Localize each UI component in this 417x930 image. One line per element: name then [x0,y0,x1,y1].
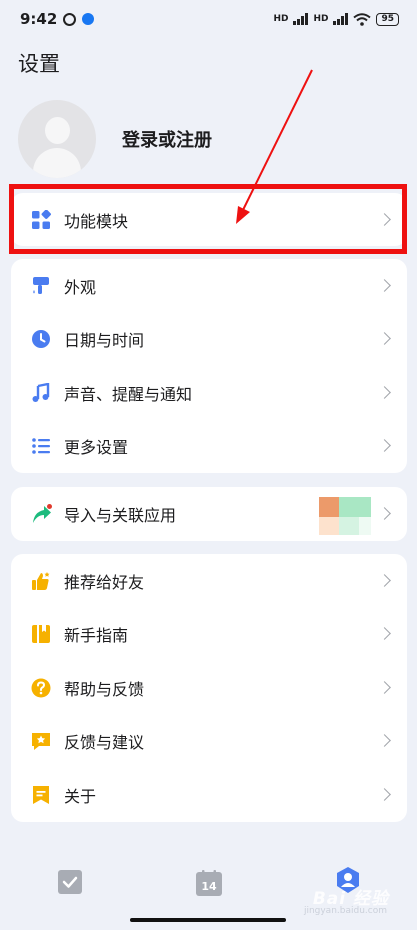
settings-item-appearance[interactable]: 外观 [11,259,407,313]
help-group: 推荐给好友 新手指南 帮助与反馈 反馈与建议 关于 [11,554,407,822]
feedback-icon [31,731,51,751]
settings-item-date-time[interactable]: 日期与时间 [11,313,407,367]
chevron-right-icon [378,385,391,399]
list-icon [31,436,51,456]
import-group: 导入与关联应用 [11,487,407,541]
checklist-tab-icon[interactable] [58,870,82,898]
settings-item-feedback[interactable]: 反馈与建议 [11,715,407,769]
settings-item-guide[interactable]: 新手指南 [11,608,407,662]
app-thumbnail-image [319,497,371,535]
chevron-right-icon [378,680,391,694]
chevron-right-icon [378,787,391,801]
watermark-url: jingyan.baidu.com [303,906,387,916]
paint-roller-icon [31,276,51,296]
chevron-right-icon [378,439,391,453]
chevron-right-icon [378,573,391,587]
calendar-tab-day: 14 [201,880,217,893]
settings-item-more[interactable]: 更多设置 [11,420,407,474]
red-arrow-annotation [236,69,313,224]
settings-item-label: 关于 [64,786,97,806]
share-arrow-icon [31,504,52,524]
chevron-right-icon [378,507,391,520]
calendar-tab-icon[interactable]: 14 [196,870,222,900]
music-note-icon [31,382,51,403]
settings-main-group: 外观 日期与时间 声音、提醒与通知 更多设置 [11,259,407,473]
chevron-right-icon [378,278,391,292]
settings-item-label: 推荐给好友 [64,572,145,592]
settings-item-about[interactable]: 关于 [11,768,407,822]
clock-icon [31,329,51,349]
settings-item-help[interactable]: 帮助与反馈 [11,661,407,715]
settings-item-label: 日期与时间 [64,331,145,351]
settings-item-label: 帮助与反馈 [64,679,145,699]
settings-item-label: 反馈与建议 [64,733,145,753]
settings-item-label: 新手指南 [64,626,129,646]
settings-item-label: 导入与关联应用 [64,506,177,525]
book-icon [31,624,51,644]
home-indicator [130,918,286,922]
settings-item-label: 更多设置 [64,438,129,458]
chevron-right-icon [378,627,391,641]
flag-icon [31,785,51,805]
chevron-right-icon [378,332,391,346]
settings-item-import[interactable]: 导入与关联应用 [11,487,407,541]
settings-item-recommend[interactable]: 推荐给好友 [11,554,407,608]
settings-item-sound[interactable]: 声音、提醒与通知 [11,366,407,420]
help-icon [31,678,51,698]
chevron-right-icon [378,734,391,748]
thumbs-up-icon [31,571,51,591]
settings-item-label: 声音、提醒与通知 [64,384,193,404]
settings-item-label: 外观 [64,277,97,297]
